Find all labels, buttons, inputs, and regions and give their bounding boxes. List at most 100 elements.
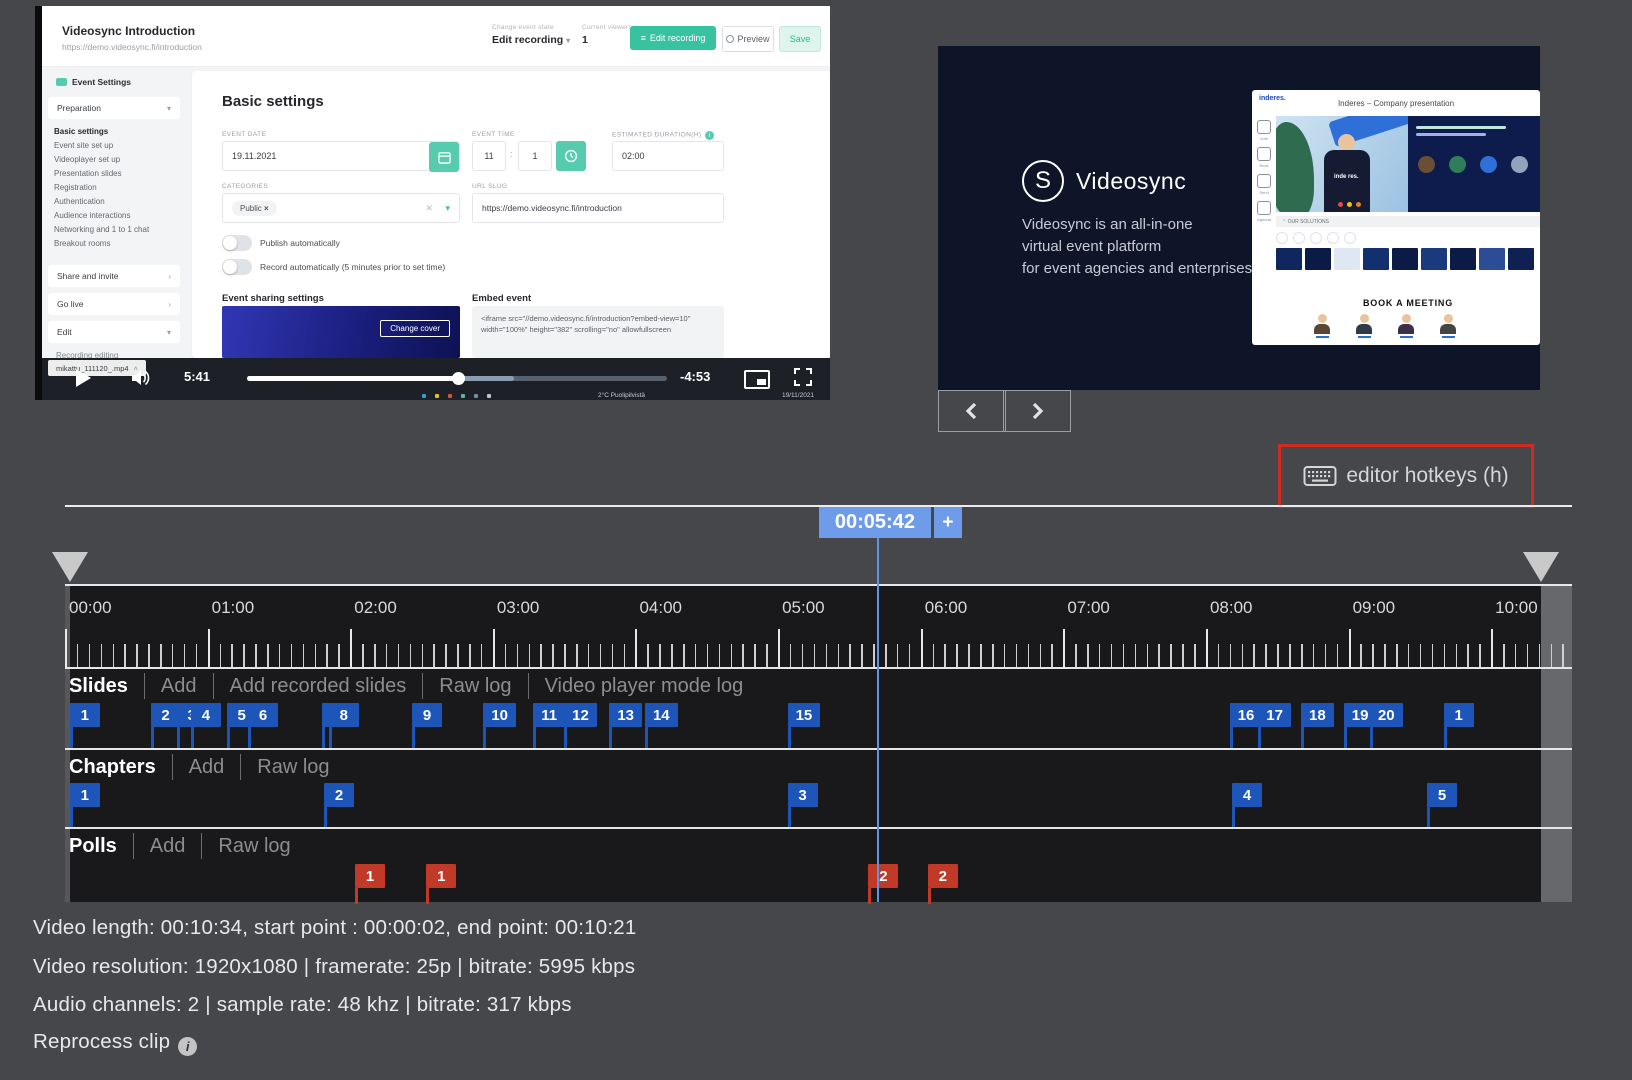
slide-marker[interactable]: 12 bbox=[564, 703, 597, 727]
poll-marker[interactable]: 2 bbox=[928, 864, 958, 888]
chapter-marker[interactable]: 4 bbox=[1232, 783, 1262, 807]
editor-hotkeys-button[interactable]: editor hotkeys (h) bbox=[1278, 444, 1534, 508]
publish-toggle[interactable] bbox=[222, 235, 252, 251]
filmstrip-thumb[interactable] bbox=[1276, 248, 1302, 270]
slide-marker[interactable]: 9 bbox=[412, 703, 442, 727]
slide-marker[interactable]: 1 bbox=[70, 703, 100, 727]
chapter-marker[interactable]: 5 bbox=[1427, 783, 1457, 807]
filmstrip-thumb[interactable] bbox=[1421, 248, 1447, 270]
slide-marker[interactable]: 17 bbox=[1258, 703, 1291, 727]
host-avatar[interactable] bbox=[1438, 314, 1458, 338]
track-action-raw-log[interactable]: Raw log bbox=[240, 754, 345, 780]
track-actions: AddRaw log bbox=[172, 754, 346, 780]
poll-marker[interactable]: 2 bbox=[868, 864, 898, 888]
end-point-handle[interactable] bbox=[1523, 552, 1559, 582]
playhead-line[interactable] bbox=[877, 538, 879, 902]
slide-marker[interactable]: 1 bbox=[1444, 703, 1474, 727]
filmstrip-thumb[interactable] bbox=[1392, 248, 1418, 270]
event-time-hour-field[interactable]: 11 bbox=[472, 141, 506, 171]
host-avatar[interactable] bbox=[1396, 314, 1416, 338]
host-avatar[interactable] bbox=[1312, 314, 1332, 338]
slide-marker[interactable]: 8 bbox=[329, 703, 359, 727]
time-ruler[interactable]: 00:0001:0002:0003:0004:0005:0006:0007:00… bbox=[65, 586, 1572, 667]
chapter-marker[interactable]: 1 bbox=[70, 783, 100, 807]
rail-icon[interactable]: Vote bbox=[1254, 120, 1274, 141]
sidebar-subitem[interactable]: Presentation slides bbox=[54, 167, 184, 181]
sidebar-item-preparation[interactable]: Preparation▾ bbox=[48, 97, 180, 119]
duration-field[interactable]: 02:00 bbox=[612, 141, 724, 171]
sidebar-subitem[interactable]: Event site set up bbox=[54, 139, 184, 153]
event-time-minute-field[interactable]: 1 bbox=[518, 141, 552, 171]
sidebar-item-go-live[interactable]: Go live› bbox=[48, 293, 180, 315]
next-slide-button[interactable] bbox=[1003, 390, 1071, 432]
clock-icon[interactable] bbox=[556, 141, 586, 171]
slide-marker[interactable]: 13 bbox=[609, 703, 642, 727]
filmstrip-thumb[interactable] bbox=[1508, 248, 1534, 270]
clear-icon[interactable]: ✕ bbox=[425, 203, 433, 214]
sidebar-subitem[interactable]: Videoplayer set up bbox=[54, 153, 184, 167]
reprocess-clip-link[interactable]: Reprocess clipi bbox=[33, 1030, 197, 1056]
sidebar-subitem[interactable]: Audience interactions bbox=[54, 209, 184, 223]
picture-in-picture-icon[interactable] bbox=[744, 370, 770, 389]
chevron-down-icon[interactable]: ▾ bbox=[445, 203, 450, 214]
fullscreen-icon[interactable] bbox=[794, 368, 812, 386]
volume-icon[interactable] bbox=[130, 368, 152, 388]
poll-marker[interactable]: 1 bbox=[355, 864, 385, 888]
change-cover-button[interactable]: Change cover bbox=[380, 320, 450, 337]
sidebar-subitem[interactable]: Basic settings bbox=[54, 125, 184, 139]
event-date-field[interactable]: 19.11.2021 bbox=[222, 141, 460, 171]
sidebar-subitem[interactable]: Authentication bbox=[54, 195, 184, 209]
sidebar-subitem[interactable]: Registration bbox=[54, 181, 184, 195]
embed-code-box[interactable]: <iframe src="//demo.videosync.fi/introdu… bbox=[472, 306, 724, 358]
sidebar-item-share-invite[interactable]: Share and invite› bbox=[48, 265, 180, 287]
filmstrip-thumb[interactable] bbox=[1334, 248, 1360, 270]
rail-icon[interactable]: Send bbox=[1254, 174, 1274, 195]
track-action-video-player-mode-log[interactable]: Video player mode log bbox=[528, 673, 760, 699]
remove-tag-icon[interactable]: × bbox=[264, 204, 269, 213]
save-button[interactable]: Save bbox=[779, 26, 821, 52]
track-action-add[interactable]: Add bbox=[172, 754, 241, 780]
start-point-handle[interactable] bbox=[52, 552, 88, 582]
url-slug-field[interactable]: https://demo.videosync.fi/introduction bbox=[472, 193, 724, 223]
filmstrip-thumb[interactable] bbox=[1450, 248, 1476, 270]
event-state-dropdown[interactable]: Edit recording ▾ bbox=[492, 34, 570, 46]
slide-marker[interactable]: 11 bbox=[533, 703, 565, 727]
sidebar-item-edit[interactable]: Edit▾ bbox=[48, 321, 180, 343]
record-toggle[interactable] bbox=[222, 259, 252, 275]
sidebar-subitem[interactable]: Breakout rooms bbox=[54, 237, 184, 251]
poll-marker[interactable]: 1 bbox=[426, 864, 456, 888]
preview-button[interactable]: Preview bbox=[722, 26, 774, 52]
seek-bar[interactable] bbox=[247, 376, 667, 381]
play-button[interactable] bbox=[76, 369, 91, 387]
seek-handle[interactable] bbox=[452, 372, 465, 385]
calendar-icon[interactable] bbox=[429, 142, 459, 172]
slide-marker[interactable]: 14 bbox=[645, 703, 678, 727]
edit-recording-button[interactable]: ≡Edit recording bbox=[630, 26, 716, 50]
track-action-raw-log[interactable]: Raw log bbox=[422, 673, 527, 699]
filmstrip-thumb[interactable] bbox=[1479, 248, 1505, 270]
previous-slide-button[interactable] bbox=[938, 390, 1006, 432]
track-action-add-recorded-slides[interactable]: Add recorded slides bbox=[213, 673, 423, 699]
add-at-playhead-button[interactable]: + bbox=[934, 507, 962, 538]
rail-icon[interactable]: Agenda bbox=[1254, 201, 1274, 222]
filmstrip-thumb[interactable] bbox=[1305, 248, 1331, 270]
more-options-icon[interactable]: ⋮ bbox=[825, 28, 830, 42]
rail-icon[interactable]: Book bbox=[1254, 147, 1274, 168]
track-action-raw-log[interactable]: Raw log bbox=[201, 833, 306, 859]
slide-marker[interactable]: 18 bbox=[1301, 703, 1334, 727]
category-tag[interactable]: Public × bbox=[232, 201, 277, 216]
slide-marker[interactable]: 20 bbox=[1370, 703, 1403, 727]
slide-marker[interactable]: 4 bbox=[191, 703, 221, 727]
track-action-add[interactable]: Add bbox=[144, 673, 213, 699]
slide-marker[interactable]: 15 bbox=[788, 703, 821, 727]
sidebar-subitem[interactable]: Networking and 1 to 1 chat bbox=[54, 223, 184, 237]
slide-marker[interactable]: 10 bbox=[483, 703, 516, 727]
chapter-marker[interactable]: 2 bbox=[324, 783, 354, 807]
host-avatar[interactable] bbox=[1354, 314, 1374, 338]
chapter-marker[interactable]: 3 bbox=[788, 783, 818, 807]
filmstrip-thumb[interactable] bbox=[1363, 248, 1389, 270]
playhead-timestamp[interactable]: 00:05:42 bbox=[819, 507, 931, 538]
slide-marker[interactable]: 6 bbox=[248, 703, 278, 727]
track-action-add[interactable]: Add bbox=[133, 833, 202, 859]
categories-field[interactable]: Public × ✕ ▾ bbox=[222, 193, 460, 223]
